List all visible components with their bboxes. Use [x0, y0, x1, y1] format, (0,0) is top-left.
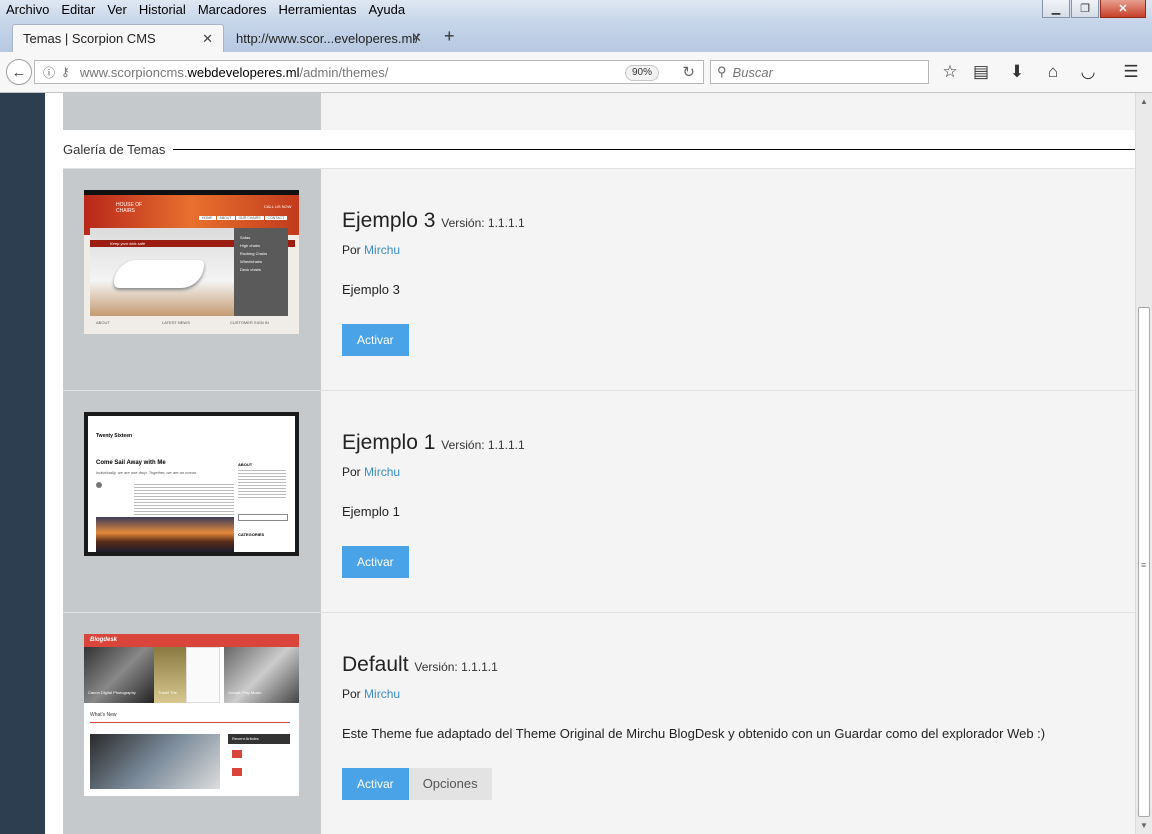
reading-list-icon[interactable]: ▤ — [970, 62, 992, 82]
scroll-down-icon[interactable]: ▼ — [1140, 821, 1148, 830]
search-bar[interactable]: ⚲ Buscar — [710, 60, 929, 84]
theme-title: Default Versión: 1.1.1.1 — [342, 653, 498, 676]
hamburger-menu-icon[interactable]: ☰ — [1120, 62, 1142, 82]
menu-archivo[interactable]: Archivo — [0, 0, 55, 20]
theme-author: Por Mirchu — [342, 465, 401, 479]
theme-thumbnail-column: HOUSE OF CHAIRS CALL US NOW HOME ABOUT O… — [63, 169, 321, 391]
reload-icon[interactable]: ↻ — [682, 63, 695, 81]
menu-ver[interactable]: Ver — [101, 0, 133, 20]
menu-bar: Archivo Editar Ver Historial Marcadores … — [0, 0, 1152, 20]
close-window-icon[interactable]: ✕ — [1100, 0, 1146, 18]
minimize-icon[interactable]: ▁ — [1042, 0, 1070, 18]
pocket-icon[interactable]: ◡ — [1077, 62, 1099, 82]
grip-icon: ≡ — [1141, 560, 1147, 570]
vertical-scrollbar[interactable]: ▲ ≡ ▼ — [1135, 93, 1152, 834]
key-icon[interactable]: ⚷ — [61, 65, 70, 79]
theme-info: Ejemplo 3 Versión: 1.1.1.1 Por Mirchu Ej… — [342, 169, 1135, 391]
menu-herramientas[interactable]: Herramientas — [272, 0, 362, 20]
theme-thumbnail-column: Blogdesk Canon Digital Photography Trave… — [63, 613, 321, 834]
theme-version: Versión: 1.1.1.1 — [441, 216, 525, 230]
theme-thumbnail-column: Twenty Sixteen Come Sail Away with Me In… — [63, 391, 321, 613]
theme-row-default: Blogdesk Canon Digital Photography Trave… — [63, 612, 1135, 834]
theme-preview-image[interactable]: Twenty Sixteen Come Sail Away with Me In… — [84, 412, 299, 556]
tab-strip: Temas | Scorpion CMS ✕ http://www.scor..… — [0, 20, 1152, 52]
scrollbar-thumb[interactable]: ≡ — [1138, 307, 1150, 817]
theme-actions: Activar — [342, 546, 409, 578]
options-button[interactable]: Opciones — [408, 768, 492, 800]
activate-button[interactable]: Activar — [342, 768, 409, 800]
back-arrow-icon[interactable]: ← — [6, 59, 32, 85]
tab-close-icon[interactable]: ✕ — [411, 30, 422, 46]
theme-row-ejemplo-1: Twenty Sixteen Come Sail Away with Me In… — [63, 390, 1135, 613]
search-icon: ⚲ — [717, 64, 727, 79]
gallery-divider — [173, 149, 1135, 150]
info-icon[interactable]: ⓘ — [43, 64, 55, 81]
theme-actions: Activar — [342, 324, 409, 356]
scroll-up-icon[interactable]: ▲ — [1140, 97, 1148, 106]
new-tab-icon[interactable]: + — [444, 26, 455, 47]
page-viewport: Galería de Temas HOUSE OF CHAIRS CALL US… — [0, 93, 1152, 834]
tab-temas[interactable]: Temas | Scorpion CMS ✕ — [12, 24, 224, 52]
author-link[interactable]: Mirchu — [364, 687, 400, 701]
theme-title: Ejemplo 1 Versión: 1.1.1.1 — [342, 431, 525, 454]
zoom-indicator[interactable]: 90% — [624, 65, 659, 81]
author-link[interactable]: Mirchu — [364, 243, 400, 257]
activate-button[interactable]: Activar — [342, 546, 409, 578]
theme-actions: Activar Opciones — [342, 768, 492, 800]
download-icon[interactable]: ⬇ — [1006, 62, 1028, 82]
theme-version: Versión: 1.1.1.1 — [414, 660, 498, 674]
theme-row-ejemplo-3: HOUSE OF CHAIRS CALL US NOW HOME ABOUT O… — [63, 168, 1135, 391]
tab-title: Temas | Scorpion CMS — [23, 31, 156, 46]
url-bar[interactable]: ⓘ ⚷ www.scorpioncms.webdeveloperes.ml/ad… — [34, 60, 704, 84]
themes-content: Galería de Temas HOUSE OF CHAIRS CALL US… — [63, 93, 1135, 834]
navigation-bar: ← ⓘ ⚷ www.scorpioncms.webdeveloperes.ml/… — [0, 52, 1152, 93]
url-text[interactable]: www.scorpioncms.webdeveloperes.ml/admin/… — [80, 65, 389, 80]
theme-description: Ejemplo 3 — [342, 282, 400, 297]
theme-author: Por Mirchu — [342, 243, 401, 257]
menu-marcadores[interactable]: Marcadores — [192, 0, 273, 20]
menu-ayuda[interactable]: Ayuda — [362, 0, 411, 20]
theme-title: Ejemplo 3 Versión: 1.1.1.1 — [342, 209, 525, 232]
search-placeholder: Buscar — [732, 64, 773, 80]
menu-historial[interactable]: Historial — [133, 0, 192, 20]
previous-theme-info — [321, 93, 1135, 130]
gallery-header: Galería de Temas — [63, 130, 1135, 168]
window-controls: ▁ ❐ ✕ — [1042, 0, 1146, 18]
activate-button[interactable]: Activar — [342, 324, 409, 356]
theme-preview-image[interactable]: HOUSE OF CHAIRS CALL US NOW HOME ABOUT O… — [84, 190, 299, 334]
theme-preview-image[interactable]: Blogdesk Canon Digital Photography Trave… — [84, 634, 299, 796]
theme-info: Ejemplo 1 Versión: 1.1.1.1 Por Mirchu Ej… — [342, 391, 1135, 613]
gallery-title: Galería de Temas — [63, 142, 166, 157]
theme-author: Por Mirchu — [342, 687, 401, 701]
tab-title: http://www.scor...eveloperes.ml/ — [236, 30, 419, 46]
bookmark-star-icon[interactable]: ☆ — [939, 62, 961, 82]
theme-info: Default Versión: 1.1.1.1 Por Mirchu Este… — [342, 613, 1135, 834]
admin-sidebar — [0, 93, 45, 834]
menu-editar[interactable]: Editar — [55, 0, 101, 20]
tab-close-icon[interactable]: ✕ — [202, 31, 213, 47]
theme-description: Ejemplo 1 — [342, 504, 400, 519]
previous-theme-thumbnail — [63, 93, 321, 130]
restore-icon[interactable]: ❐ — [1071, 0, 1099, 18]
theme-description: Este Theme fue adaptado del Theme Origin… — [342, 726, 1046, 741]
home-icon[interactable]: ⌂ — [1042, 62, 1064, 82]
tab-scorpion-site[interactable]: http://www.scor...eveloperes.ml/ ✕ — [226, 24, 432, 52]
theme-version: Versión: 1.1.1.1 — [441, 438, 525, 452]
author-link[interactable]: Mirchu — [364, 465, 400, 479]
